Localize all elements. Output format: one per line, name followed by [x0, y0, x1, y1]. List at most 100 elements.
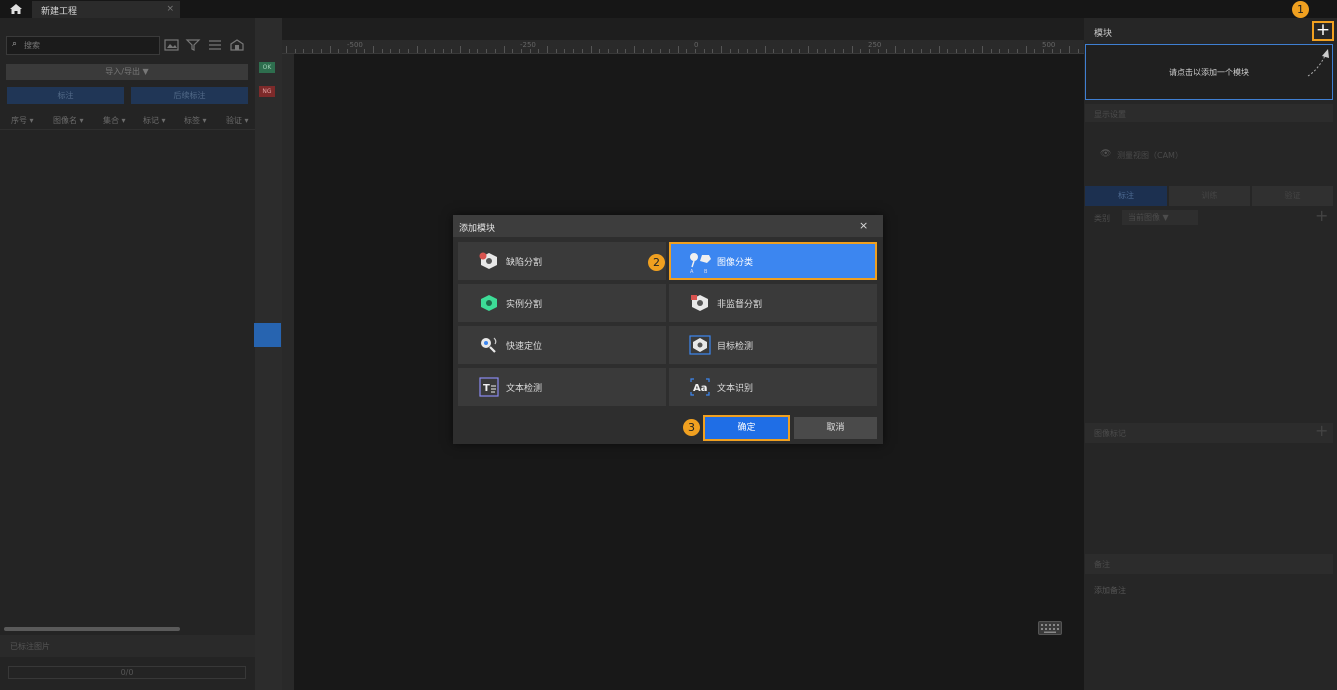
tab-close-icon[interactable]: ×	[166, 4, 174, 14]
cancel-button[interactable]: 取消	[794, 417, 877, 439]
image-table-header: 序号 ▾ 图像名 ▾ 集合 ▾ 标记 ▾ 标签 ▾ 验证 ▾	[0, 112, 255, 130]
ng-badge[interactable]: NG	[259, 86, 275, 97]
gallery-view-icon[interactable]	[229, 38, 245, 52]
ruler-tick	[955, 49, 957, 53]
tab-label[interactable]: 标注	[1085, 186, 1167, 206]
option-label: 图像分类	[717, 258, 754, 268]
ruler-tick	[738, 49, 740, 53]
ruler-tick	[773, 49, 775, 53]
ruler-label: 0	[694, 41, 699, 49]
tab-train[interactable]: 训练	[1169, 186, 1250, 206]
ruler-tick	[564, 49, 566, 53]
option-defect-segmentation[interactable]: 缺陷分割	[458, 242, 666, 280]
list-view-icon[interactable]	[207, 38, 223, 52]
option-label: 实例分割	[506, 300, 543, 310]
filter-icon[interactable]	[185, 38, 201, 52]
step-badge-1: 1	[1292, 1, 1309, 18]
col-image-name[interactable]: 图像名 ▾	[53, 115, 84, 126]
ruler-tick	[512, 49, 514, 53]
ok-badge[interactable]: OK	[259, 62, 275, 73]
ruler-tick	[868, 49, 870, 53]
add-note-input[interactable]: 添加备注	[1094, 585, 1126, 596]
ruler-tick	[416, 46, 418, 53]
ruler-tick	[634, 46, 635, 53]
add-image-mark-icon[interactable]: +	[1315, 421, 1328, 440]
search-placeholder: 搜索	[24, 41, 40, 50]
ruler-tick	[999, 49, 1001, 53]
tab-verify[interactable]: 验证	[1252, 186, 1333, 206]
ruler-tick	[929, 49, 931, 53]
dialog-title: 添加模块	[459, 224, 496, 234]
ruler-tick	[668, 49, 670, 53]
option-text-detection[interactable]: T 文本检测	[458, 368, 666, 406]
notes-header	[1085, 554, 1333, 574]
option-instance-segmentation[interactable]: 实例分割	[458, 284, 666, 322]
ruler-tick	[642, 49, 644, 53]
source-view-label: 测量视图（CAM）	[1117, 151, 1183, 160]
eye-icon[interactable]: 👁	[1100, 149, 1111, 159]
svg-text:Aa: Aa	[693, 383, 708, 394]
col-label[interactable]: 标签 ▾	[184, 115, 207, 126]
ruler-tick	[390, 49, 392, 53]
project-tab[interactable]: 新建工程 ×	[32, 1, 180, 18]
vertical-ruler	[282, 54, 294, 690]
current-image-select[interactable]: 当前图像 ▼	[1122, 210, 1198, 225]
ruler-tick	[842, 49, 844, 53]
image-marks-label: 图像标记	[1094, 429, 1126, 438]
dialog-header	[453, 215, 883, 237]
image-progress: 0/0	[8, 666, 246, 679]
option-label: 目标检测	[717, 342, 754, 352]
ruler-tick	[851, 46, 853, 53]
ruler-tick	[607, 49, 609, 53]
option-image-classification[interactable]: A B 图像分类	[669, 242, 877, 280]
option-fast-positioning[interactable]: 快速定位	[458, 326, 666, 364]
add-category-icon[interactable]: +	[1315, 206, 1328, 225]
option-object-detection[interactable]: 目标检测	[669, 326, 877, 364]
ruler-tick	[860, 49, 862, 53]
home-icon[interactable]	[8, 2, 24, 16]
text-recognition-icon: Aa	[690, 378, 710, 396]
magnifier-icon	[481, 337, 497, 353]
ruler-tick	[381, 49, 383, 53]
col-mark[interactable]: 标记 ▾	[143, 115, 166, 126]
label-button[interactable]: 标注	[7, 87, 124, 104]
ruler-tick	[877, 49, 879, 53]
ruler-tick	[486, 49, 488, 53]
annotate-button[interactable]: 后续标注	[131, 87, 248, 104]
confirm-button[interactable]: 确定	[703, 415, 790, 441]
close-icon[interactable]: ×	[859, 219, 868, 232]
ruler-tick	[712, 49, 714, 53]
ruler-tick	[346, 49, 348, 53]
ruler-tick	[1042, 49, 1044, 53]
ruler-tick	[912, 49, 914, 53]
ruler-tick	[790, 49, 792, 53]
ruler-tick	[312, 49, 314, 53]
option-text-recognition[interactable]: Aa 文本识别	[669, 368, 877, 406]
ruler-tick	[938, 46, 940, 53]
option-unsupervised-segmentation[interactable]: 非监督分割	[669, 284, 877, 322]
instance-segmentation-icon	[481, 295, 497, 311]
ruler-tick	[503, 46, 505, 53]
ruler-tick	[442, 49, 444, 53]
ruler-tick	[1025, 46, 1027, 53]
ruler-tick	[825, 49, 827, 53]
search-input[interactable]: ⌕ 搜索	[6, 36, 160, 55]
col-set[interactable]: 集合 ▾	[103, 115, 126, 126]
option-label: 缺陷分割	[506, 258, 543, 268]
ruler-label: 250	[868, 41, 882, 49]
module-placeholder[interactable]: 请点击以添加一个模块	[1085, 44, 1333, 100]
add-module-button[interactable]: +	[1312, 21, 1334, 41]
ruler-tick	[703, 49, 705, 53]
ruler-tick	[373, 46, 374, 53]
image-filter-icon[interactable]	[164, 38, 180, 52]
import-export-dropdown[interactable]: 导入/导出 ▼	[6, 64, 248, 80]
ruler-tick	[816, 49, 818, 53]
ruler-tick	[407, 49, 409, 53]
ruler-tick	[990, 49, 992, 53]
col-index[interactable]: 序号 ▾	[11, 115, 34, 126]
keyboard-icon[interactable]	[1038, 621, 1062, 635]
col-verify[interactable]: 验证 ▾	[226, 115, 249, 126]
ruler-tick	[364, 49, 366, 53]
ruler-tick	[538, 49, 540, 53]
horizontal-scrollbar[interactable]	[4, 627, 180, 631]
